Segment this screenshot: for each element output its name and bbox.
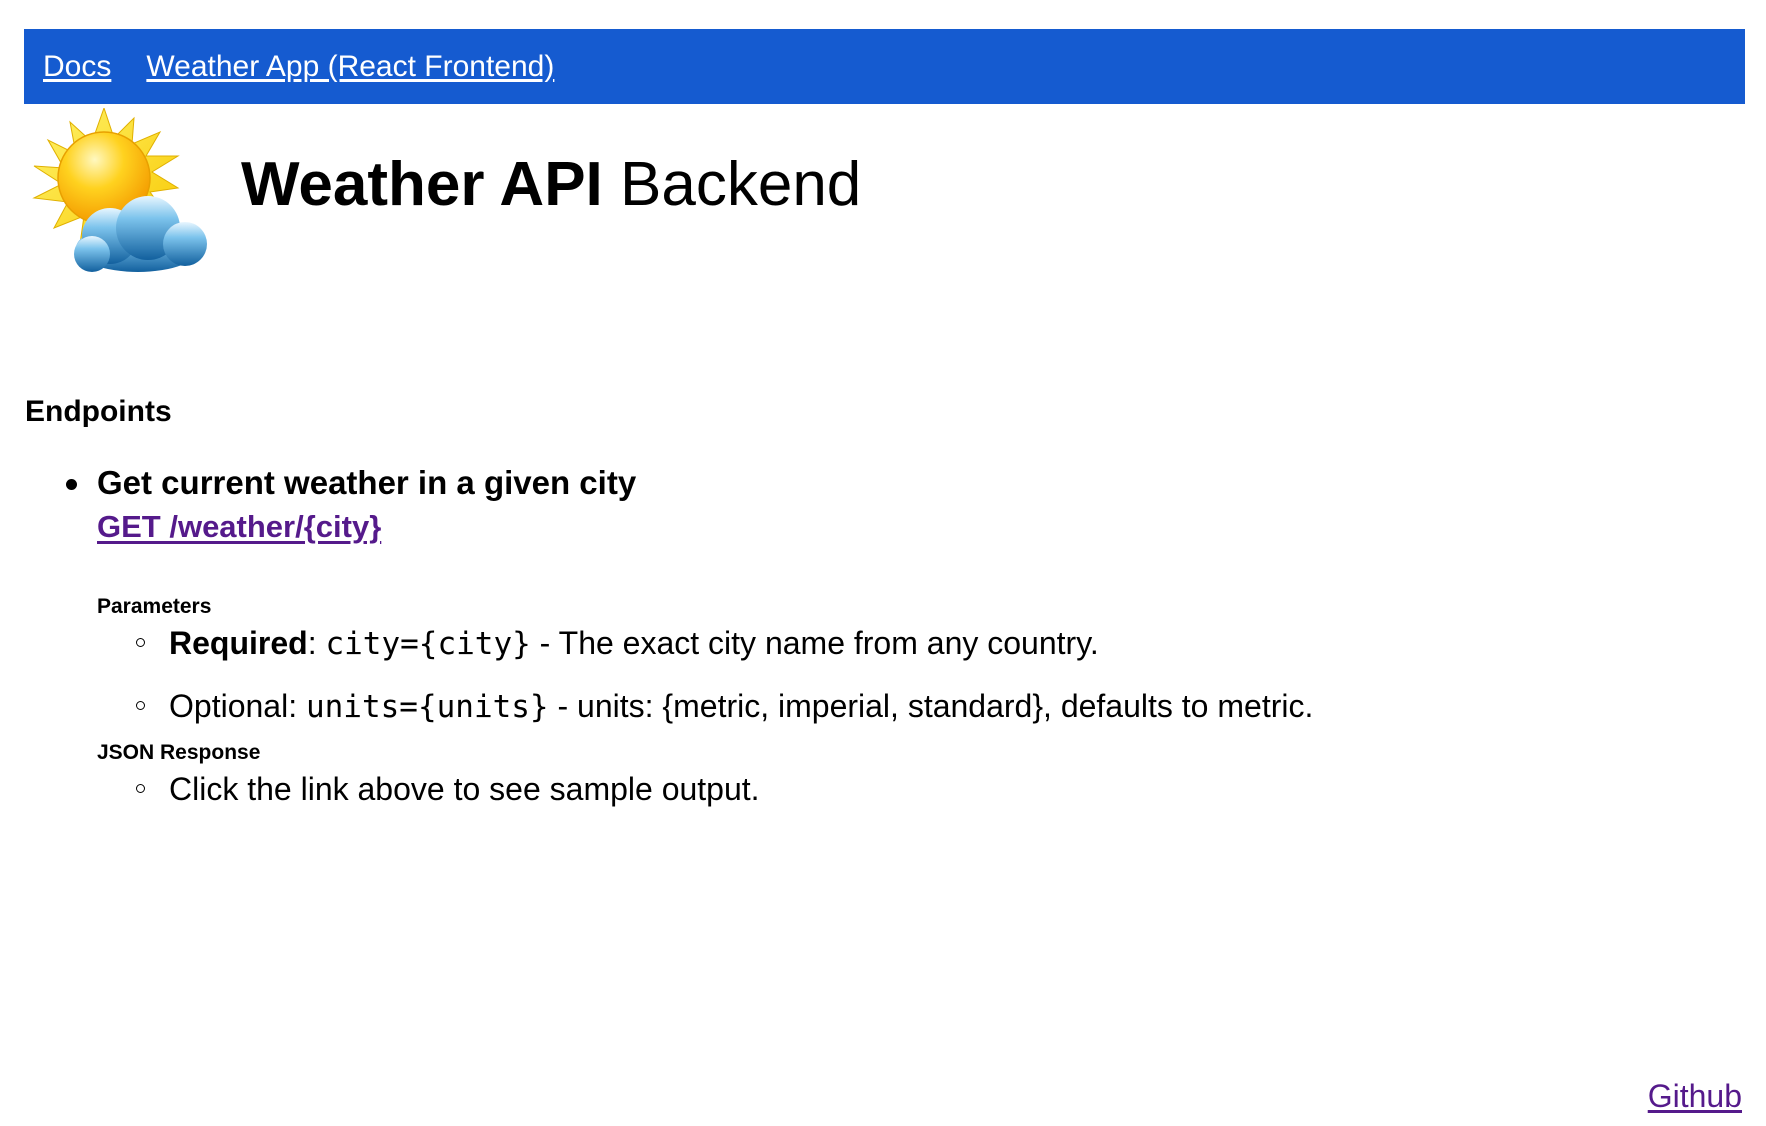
endpoint-description: Get current weather in a given city [97, 464, 637, 501]
nav-link-weather-app[interactable]: Weather App (React Frontend) [146, 50, 554, 84]
response-note: Click the link above to see sample outpu… [97, 767, 1313, 811]
parameters-heading: Parameters [97, 595, 212, 618]
page: Docs Weather App (React Frontend) Weathe… [0, 0, 1766, 1126]
github-link[interactable]: Github [1648, 1078, 1742, 1115]
param-optional: Optional: units={units} - units: {metric… [97, 684, 1313, 729]
required-separator: : [307, 625, 326, 661]
required-param-code: city={city} [325, 626, 531, 662]
bullet-circle-icon [136, 784, 145, 793]
response-list: Click the link above to see sample outpu… [97, 767, 1313, 811]
endpoint-link-get-weather[interactable]: GET /weather/{city} [97, 505, 381, 549]
page-title-bold: Weather API [241, 150, 603, 219]
required-label: Required [169, 625, 308, 661]
top-navbar: Docs Weather App (React Frontend) [24, 29, 1745, 104]
json-response-heading: JSON Response [97, 741, 261, 764]
bullet-circle-icon [136, 701, 145, 710]
endpoint-item: Get current weather in a given city GET … [25, 461, 1313, 811]
optional-param-code: units={units} [305, 689, 549, 725]
bullet-circle-icon [136, 638, 145, 647]
endpoints-heading: Endpoints [25, 395, 172, 428]
required-param-description: - The exact city name from any country. [530, 625, 1099, 661]
sun-behind-cloud-icon [32, 108, 207, 272]
bullet-disc-icon [66, 479, 77, 490]
optional-label: Optional: [169, 688, 306, 724]
optional-param-description: - units: {metric, imperial, standard}, d… [548, 688, 1314, 724]
nav-link-docs[interactable]: Docs [43, 50, 111, 84]
response-note-text: Click the link above to see sample outpu… [169, 771, 760, 807]
param-required: Required: city={city} - The exact city n… [97, 621, 1313, 666]
parameters-list: Required: city={city} - The exact city n… [97, 621, 1313, 729]
endpoint-list: Get current weather in a given city GET … [25, 461, 1313, 811]
page-title: Weather API Backend [241, 147, 861, 223]
page-title-rest: Backend [602, 150, 862, 219]
